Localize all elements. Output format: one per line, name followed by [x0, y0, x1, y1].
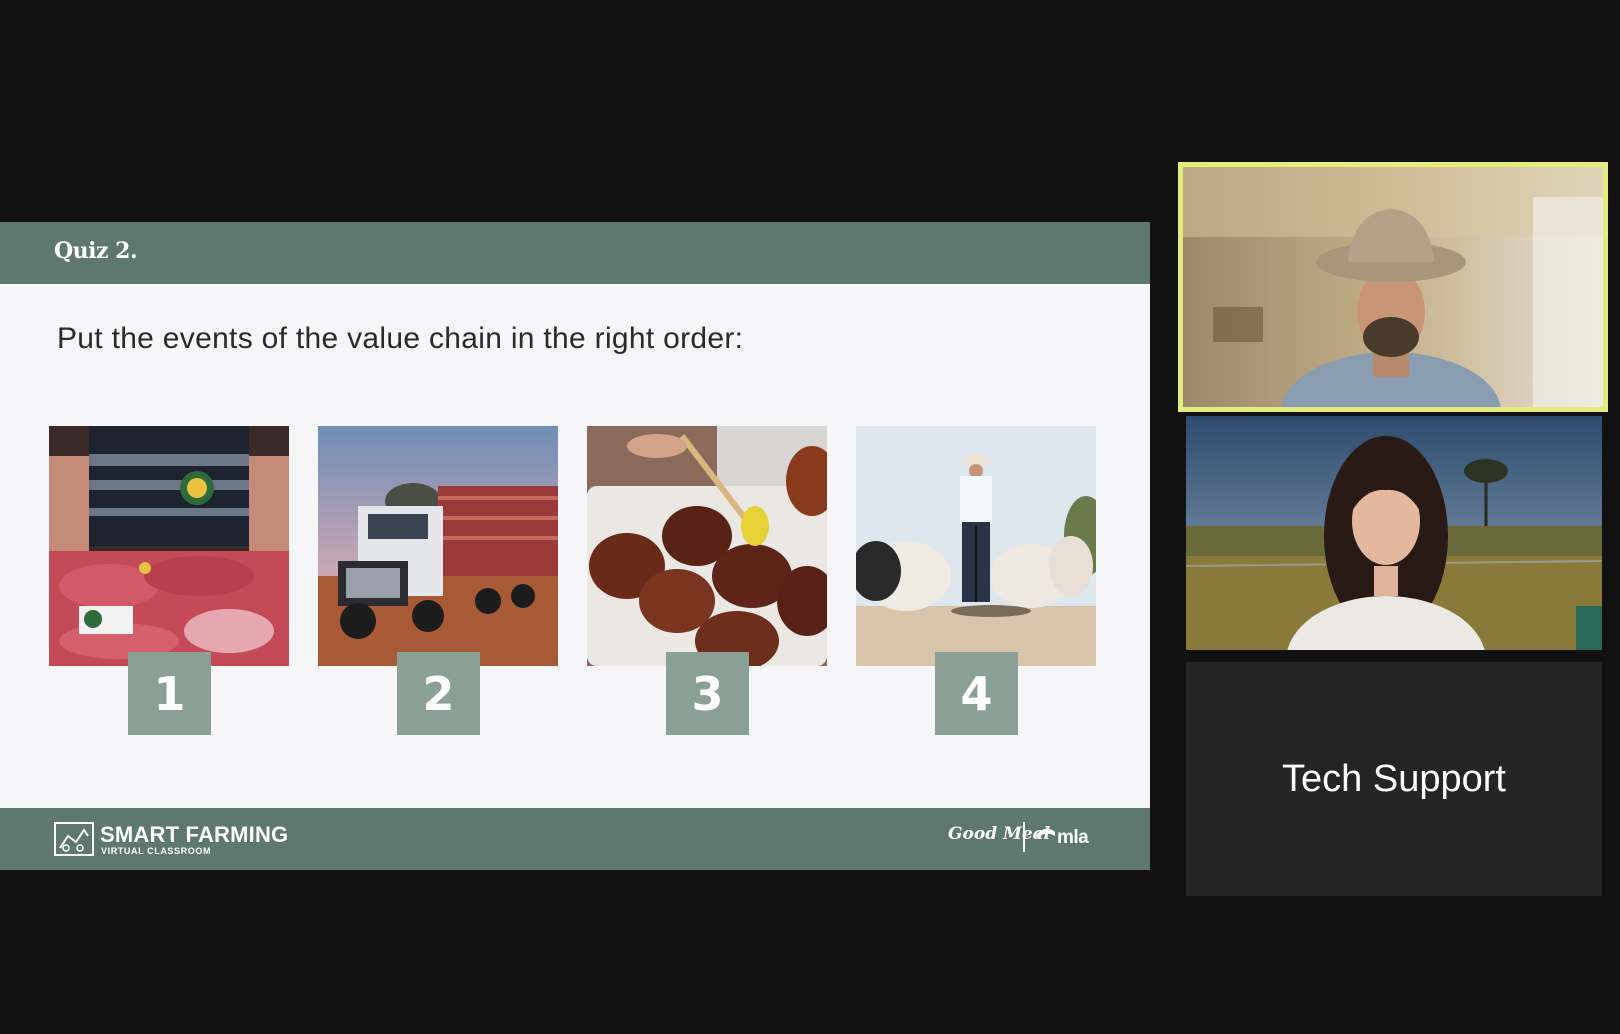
order-badge-3: 3	[666, 652, 749, 735]
slide-title: Quiz 2.	[54, 238, 138, 264]
mla-logo-icon	[1034, 826, 1056, 845]
participant-name: Tech Support	[1282, 757, 1506, 800]
order-badge-1: 1	[128, 652, 211, 735]
order-badge-4: 4	[935, 652, 1018, 735]
brand-name: SMART FARMING	[100, 822, 289, 847]
shared-slide: Quiz 2. Put the events of the value chai…	[0, 222, 1150, 870]
slide-header: Quiz 2.	[0, 222, 1150, 284]
mla-logo: mla	[1057, 827, 1089, 848]
order-badge-2: 2	[397, 652, 480, 735]
participant-tile-tech-support[interactable]: Tech Support	[1186, 662, 1602, 896]
grilled-chops-photo	[587, 426, 827, 666]
participant-video-feed	[1186, 416, 1602, 650]
farmer-cattle-photo	[856, 426, 1096, 666]
slide-question: Put the events of the value chain in the…	[57, 322, 744, 355]
slide-footer: SMART FARMING VIRTUAL CLASSROOM Good Mea…	[0, 808, 1150, 870]
brand-subtitle: VIRTUAL CLASSROOM	[101, 846, 212, 856]
cattle-truck-photo	[318, 426, 558, 666]
smart-farming-logo-icon	[54, 822, 94, 856]
butcher-meat-photo	[49, 426, 289, 666]
participant-video-tile[interactable]	[1186, 416, 1602, 650]
participant-video-feed	[1183, 167, 1603, 407]
participant-video-tile-active[interactable]	[1178, 162, 1608, 412]
partner-divider	[1023, 822, 1025, 852]
